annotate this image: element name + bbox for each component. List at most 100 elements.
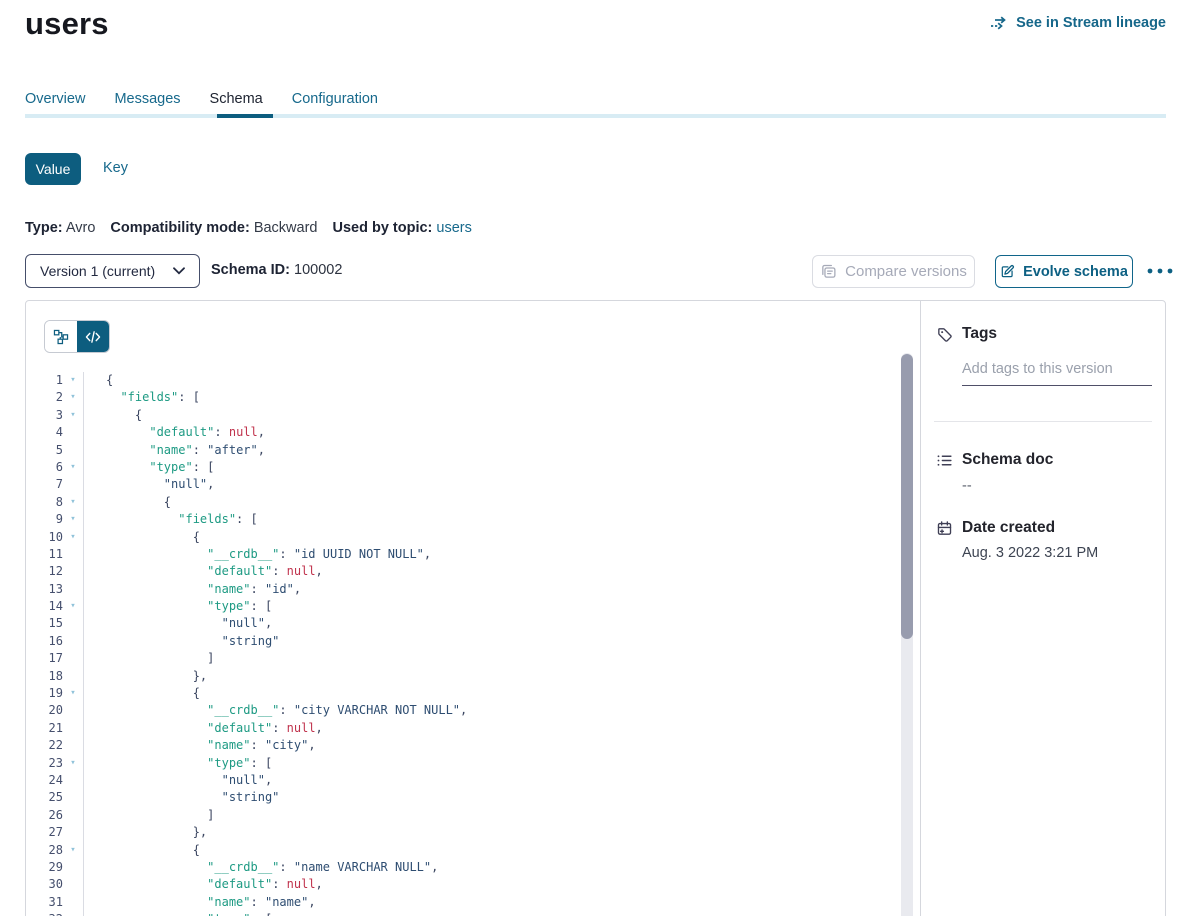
fold-toggle-icon[interactable]: ▾ <box>63 511 83 528</box>
version-dropdown-value: Version 1 (current) <box>40 263 155 279</box>
editor-scrollbar-track[interactable] <box>901 353 913 916</box>
code-line: 2▾ "fields": [ <box>26 389 920 406</box>
code-line-text: }, <box>83 668 207 685</box>
fold-spacer <box>63 633 83 650</box>
tab-messages[interactable]: Messages <box>114 91 180 107</box>
fold-toggle-icon[interactable]: ▾ <box>63 407 83 424</box>
code-line-text: "name": "name", <box>83 894 316 911</box>
schema-doc-title: Schema doc <box>962 451 1053 469</box>
edit-icon <box>1000 264 1015 279</box>
more-options-button[interactable] <box>1144 260 1176 282</box>
tab-active-indicator <box>217 114 273 118</box>
code-line: 6▾ "type": [ <box>26 459 920 476</box>
line-number: 28 <box>26 842 63 859</box>
code-view-button[interactable] <box>77 321 109 352</box>
schema-page: users See in Stream lineage Overview Mes… <box>0 0 1189 916</box>
line-number: 2 <box>26 389 63 406</box>
value-toggle-button[interactable]: Value <box>25 153 81 185</box>
fold-spacer <box>63 650 83 667</box>
code-view-icon <box>85 330 101 344</box>
fold-spacer <box>63 476 83 493</box>
tree-view-button[interactable] <box>45 321 77 352</box>
tag-icon <box>936 326 953 343</box>
code-line-text: "default": null, <box>83 876 323 893</box>
line-number: 11 <box>26 546 63 563</box>
schema-panel: 1▾{2▾ "fields": [3▾ {4 "default": null,5… <box>25 300 1166 916</box>
code-line: 9▾ "fields": [ <box>26 511 920 528</box>
meta-used-by-topic: Used by topic: users <box>332 220 471 236</box>
code-line: 29 "__crdb__": "name VARCHAR NULL", <box>26 859 920 876</box>
line-number: 19 <box>26 685 63 702</box>
version-dropdown[interactable]: Version 1 (current) <box>25 254 200 288</box>
tab-schema[interactable]: Schema <box>210 91 263 107</box>
key-toggle-button[interactable]: Key <box>103 160 128 176</box>
schema-meta-row: Type: Avro Compatibility mode: Backward … <box>25 220 472 236</box>
line-number: 23 <box>26 755 63 772</box>
meta-topic-label: Used by topic: <box>332 220 432 236</box>
view-toggle-group <box>44 320 110 353</box>
line-number: 27 <box>26 824 63 841</box>
fold-toggle-icon[interactable]: ▾ <box>63 685 83 702</box>
stream-lineage-link[interactable]: See in Stream lineage <box>990 15 1166 31</box>
line-number: 12 <box>26 563 63 580</box>
code-line: 14▾ "type": [ <box>26 598 920 615</box>
code-line: 8▾ { <box>26 494 920 511</box>
fold-toggle-icon[interactable]: ▾ <box>63 494 83 511</box>
tab-configuration[interactable]: Configuration <box>292 91 378 107</box>
stream-lineage-label: See in Stream lineage <box>1016 15 1166 31</box>
ellipsis-icon <box>1147 268 1173 274</box>
code-line: 22 "name": "city", <box>26 737 920 754</box>
list-icon <box>936 452 953 469</box>
code-line-text: "type": [ <box>83 755 272 772</box>
code-line: 4 "default": null, <box>26 424 920 441</box>
code-line: 1▾{ <box>26 372 920 389</box>
fold-toggle-icon[interactable]: ▾ <box>63 372 83 389</box>
code-line-text: "default": null, <box>83 720 323 737</box>
line-number: 16 <box>26 633 63 650</box>
code-line: 27 }, <box>26 824 920 841</box>
code-line: 20 "__crdb__": "city VARCHAR NOT NULL", <box>26 702 920 719</box>
fold-toggle-icon[interactable]: ▾ <box>63 911 83 916</box>
code-line-text: "__crdb__": "name VARCHAR NULL", <box>83 859 438 876</box>
code-line-text: "string" <box>83 789 279 806</box>
line-number: 9 <box>26 511 63 528</box>
fold-toggle-icon[interactable]: ▾ <box>63 755 83 772</box>
code-line: 10▾ { <box>26 529 920 546</box>
code-line-text: "__crdb__": "city VARCHAR NOT NULL", <box>83 702 467 719</box>
page-title: users <box>25 6 109 42</box>
line-number: 6 <box>26 459 63 476</box>
fold-spacer <box>63 442 83 459</box>
code-line-text: ] <box>83 650 214 667</box>
add-tags-input[interactable] <box>962 358 1152 386</box>
tags-title: Tags <box>962 325 997 343</box>
fold-toggle-icon[interactable]: ▾ <box>63 529 83 546</box>
line-number: 22 <box>26 737 63 754</box>
line-number: 14 <box>26 598 63 615</box>
stream-lineage-icon <box>990 15 1008 31</box>
topic-link[interactable]: users <box>436 220 471 236</box>
tab-bar: Overview Messages Schema Configuration <box>25 91 378 107</box>
schema-id: Schema ID: 100002 <box>211 262 342 278</box>
tab-overview[interactable]: Overview <box>25 91 85 107</box>
code-line-text: "__crdb__": "id UUID NOT NULL", <box>83 546 431 563</box>
code-editor[interactable]: 1▾{2▾ "fields": [3▾ {4 "default": null,5… <box>26 353 920 916</box>
code-line: 28▾ { <box>26 842 920 859</box>
editor-scrollbar-thumb[interactable] <box>901 354 913 639</box>
code-line-text: "name": "id", <box>83 581 301 598</box>
meta-type-value: Avro <box>66 220 96 236</box>
fold-toggle-icon[interactable]: ▾ <box>63 389 83 406</box>
code-line: 32▾ "type": [ <box>26 911 920 916</box>
fold-toggle-icon[interactable]: ▾ <box>63 459 83 476</box>
line-number: 17 <box>26 650 63 667</box>
code-line: 16 "string" <box>26 633 920 650</box>
fold-toggle-icon[interactable]: ▾ <box>63 842 83 859</box>
code-line-text: "fields": [ <box>83 511 258 528</box>
date-created-header: Date created <box>936 519 1055 537</box>
compare-versions-button[interactable]: Compare versions <box>812 255 975 288</box>
fold-spacer <box>63 424 83 441</box>
code-line-text: { <box>83 407 142 424</box>
fold-spacer <box>63 668 83 685</box>
line-number: 15 <box>26 615 63 632</box>
fold-toggle-icon[interactable]: ▾ <box>63 598 83 615</box>
evolve-schema-button[interactable]: Evolve schema <box>995 255 1133 288</box>
